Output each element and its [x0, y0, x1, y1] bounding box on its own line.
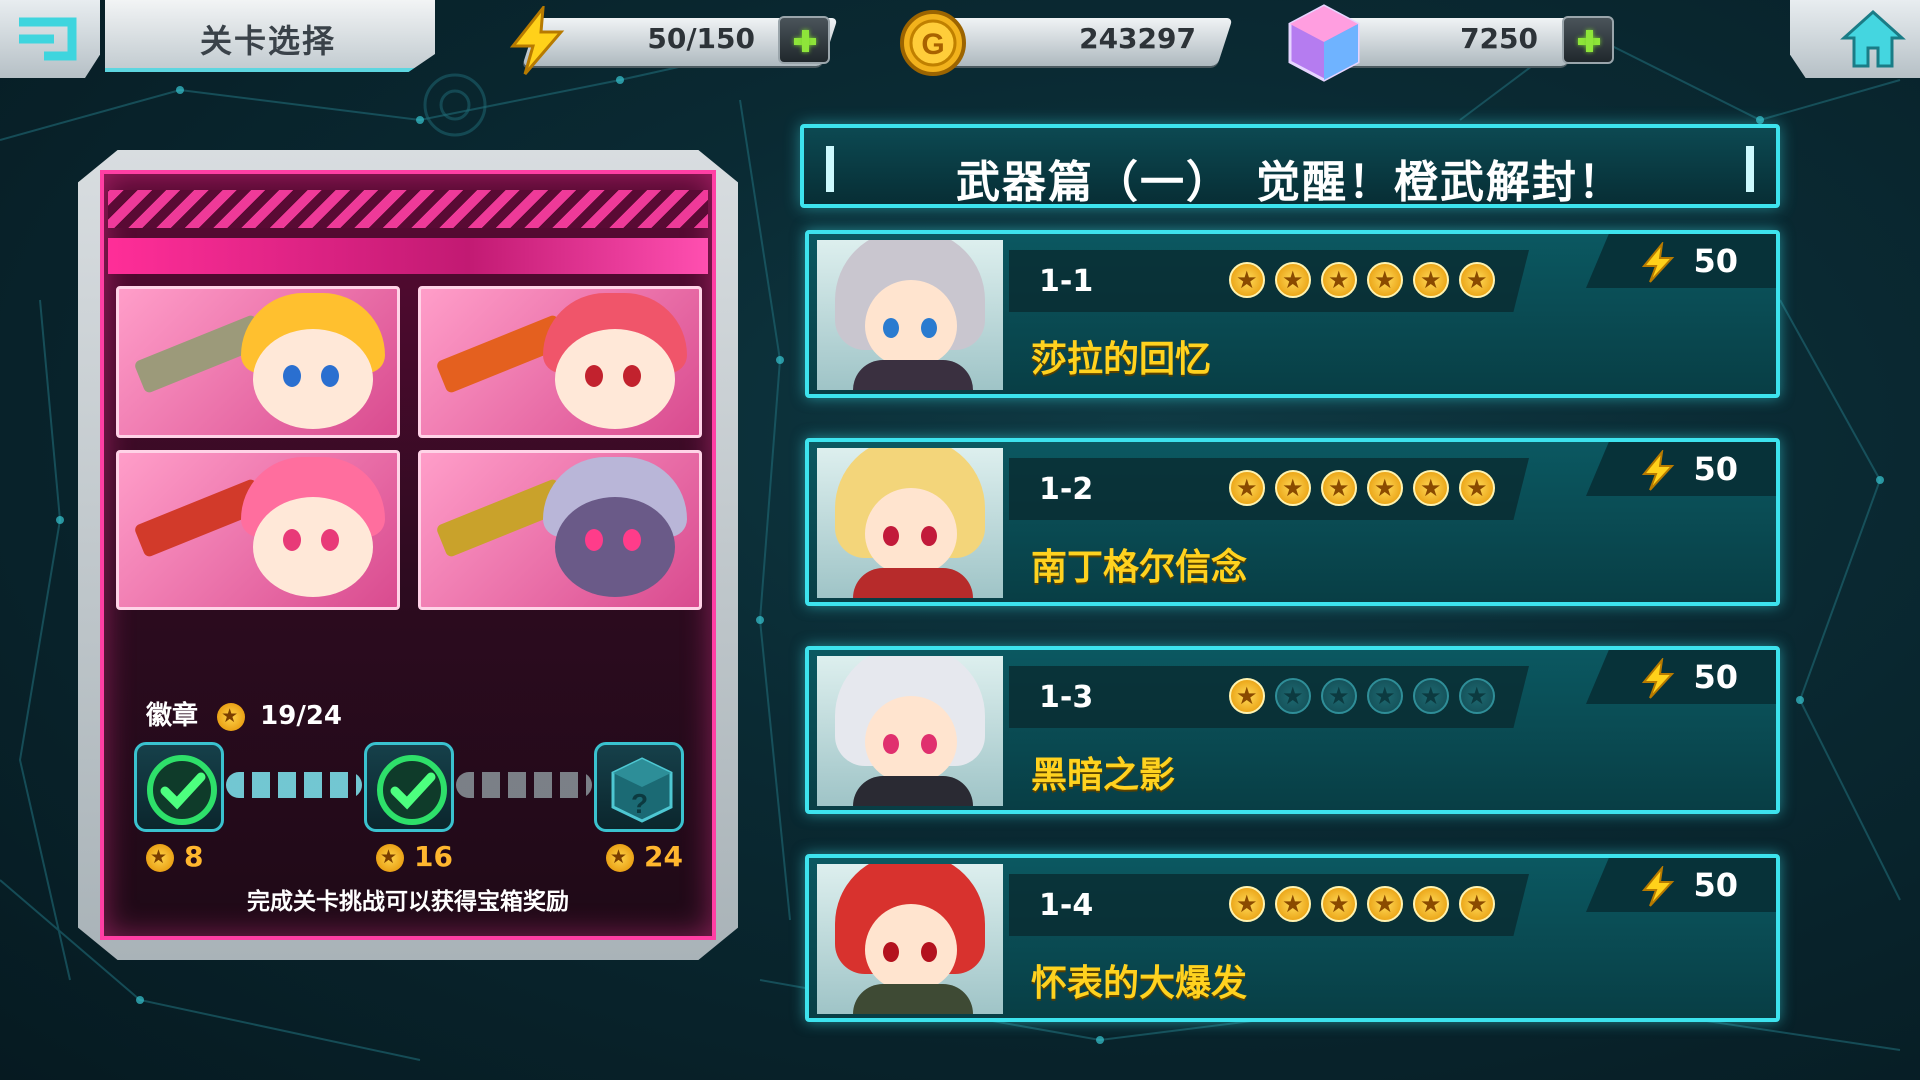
- back-button[interactable]: [0, 0, 100, 78]
- stage-card-1-1[interactable]: 1-1 莎拉的回忆 50: [805, 230, 1780, 398]
- star-icon: [217, 702, 246, 731]
- badge-count: 19/24: [260, 701, 342, 731]
- stage-card-1-3[interactable]: 1-3 黑暗之影 50: [805, 646, 1780, 814]
- stage-cost-tab: [1586, 234, 1776, 288]
- star-filled-icon: [1229, 678, 1265, 714]
- home-button[interactable]: [1790, 0, 1920, 78]
- stage-card-1-4[interactable]: 1-4 怀表的大爆发 50: [805, 854, 1780, 1022]
- star-filled-icon: [1275, 262, 1311, 298]
- star-icon: [376, 844, 404, 872]
- svg-text:G: G: [921, 28, 944, 61]
- stage-energy-cost: 50: [1693, 450, 1738, 488]
- badge-label: 徽章: [146, 701, 199, 731]
- star-filled-icon: [1321, 262, 1357, 298]
- stage-portrait: [817, 448, 1003, 598]
- stage-code: 1-4: [1039, 888, 1094, 923]
- star-empty-icon: [1321, 678, 1357, 714]
- milestone-label-8: 8: [146, 840, 203, 873]
- star-empty-icon: [1413, 678, 1449, 714]
- stage-portrait: [817, 656, 1003, 806]
- stage-stars: [1229, 886, 1495, 922]
- star-empty-icon: [1275, 678, 1311, 714]
- stage-stars: [1229, 470, 1495, 506]
- milestone-label-16: 16: [376, 840, 453, 873]
- star-filled-icon: [1321, 886, 1357, 922]
- milestone-link: [456, 772, 592, 798]
- stage-name: 莎拉的回忆: [1031, 339, 1212, 380]
- checkmark-icon: [377, 755, 447, 825]
- reward-hint: 完成关卡挑战可以获得宝箱奖励: [247, 889, 569, 915]
- star-filled-icon: [1459, 886, 1495, 922]
- star-filled-icon: [1321, 470, 1357, 506]
- star-filled-icon: [1275, 470, 1311, 506]
- stage-cost-tab: [1586, 650, 1776, 704]
- back-arrow-icon: [19, 17, 77, 61]
- milestone-chest-8[interactable]: [134, 742, 224, 832]
- stage-code: 1-1: [1039, 264, 1094, 299]
- star-filled-icon: [1229, 886, 1265, 922]
- stage-name: 怀表的大爆发: [1031, 963, 1248, 1004]
- chapter-title-banner: 武器篇（一） 觉醒！橙武解封！: [800, 124, 1780, 208]
- milestone-chest-16[interactable]: [364, 742, 454, 832]
- stage-energy-cost: 50: [1693, 242, 1738, 280]
- star-filled-icon: [1229, 262, 1265, 298]
- lightning-icon: [1641, 658, 1675, 699]
- star-filled-icon: [1459, 470, 1495, 506]
- card-band: [108, 238, 708, 274]
- stage-energy-cost: 50: [1693, 866, 1738, 904]
- lightning-icon: [1641, 866, 1675, 907]
- stage-cost-tab: [1586, 858, 1776, 912]
- star-filled-icon: [1413, 262, 1449, 298]
- gold-value: 243297: [1079, 22, 1196, 55]
- page-title-plate: 关卡选择: [105, 0, 435, 72]
- star-filled-icon: [1367, 262, 1403, 298]
- gold-coin-icon: G: [900, 10, 966, 76]
- character-portrait-4: [418, 450, 702, 610]
- character-portrait-1: [116, 286, 400, 438]
- milestone-label-24: 24: [606, 840, 683, 873]
- lightning-icon: [1641, 450, 1675, 491]
- stage-code: 1-3: [1039, 680, 1094, 715]
- star-filled-icon: [1367, 886, 1403, 922]
- star-icon: [606, 844, 634, 872]
- stage-stars: [1229, 678, 1495, 714]
- energy-value: 50/150: [647, 22, 755, 55]
- stage-portrait: [817, 240, 1003, 390]
- star-icon: [146, 844, 174, 872]
- svg-text:?: ?: [631, 788, 648, 819]
- star-filled-icon: [1459, 262, 1495, 298]
- add-energy-button[interactable]: [778, 16, 830, 64]
- star-filled-icon: [1229, 470, 1265, 506]
- badge-progress: 徽章 19/24: [146, 695, 342, 732]
- checkmark-icon: [147, 755, 217, 825]
- character-portrait-2: [418, 286, 702, 438]
- star-filled-icon: [1275, 886, 1311, 922]
- star-filled-icon: [1367, 470, 1403, 506]
- character-portrait-3: [116, 450, 400, 610]
- stage-energy-cost: 50: [1693, 658, 1738, 696]
- home-icon: [1840, 9, 1906, 68]
- page-title: 关卡选择: [200, 22, 337, 60]
- stage-portrait: [817, 864, 1003, 1014]
- star-empty-icon: [1459, 678, 1495, 714]
- lightning-icon: [1641, 242, 1675, 283]
- milestone-chest-24[interactable]: ?: [594, 742, 684, 832]
- stage-stars: [1229, 262, 1495, 298]
- star-empty-icon: [1367, 678, 1403, 714]
- mystery-box-icon: ?: [611, 757, 673, 823]
- stage-card-1-2[interactable]: 1-2 南丁格尔信念 50: [805, 438, 1780, 606]
- crystal-icon: [1288, 4, 1360, 82]
- chapter-title: 武器篇（一） 觉醒！橙武解封！: [956, 157, 1624, 208]
- stage-name: 南丁格尔信念: [1031, 547, 1248, 588]
- gem-value: 7250: [1460, 22, 1538, 55]
- add-gems-button[interactable]: [1562, 16, 1614, 64]
- card-stripes: [108, 190, 708, 228]
- star-filled-icon: [1413, 886, 1449, 922]
- stage-code: 1-2: [1039, 472, 1094, 507]
- lightning-icon: [509, 6, 565, 75]
- star-filled-icon: [1413, 470, 1449, 506]
- stage-name: 黑暗之影: [1031, 755, 1176, 796]
- stage-cost-tab: [1586, 442, 1776, 496]
- milestone-link: [226, 772, 362, 798]
